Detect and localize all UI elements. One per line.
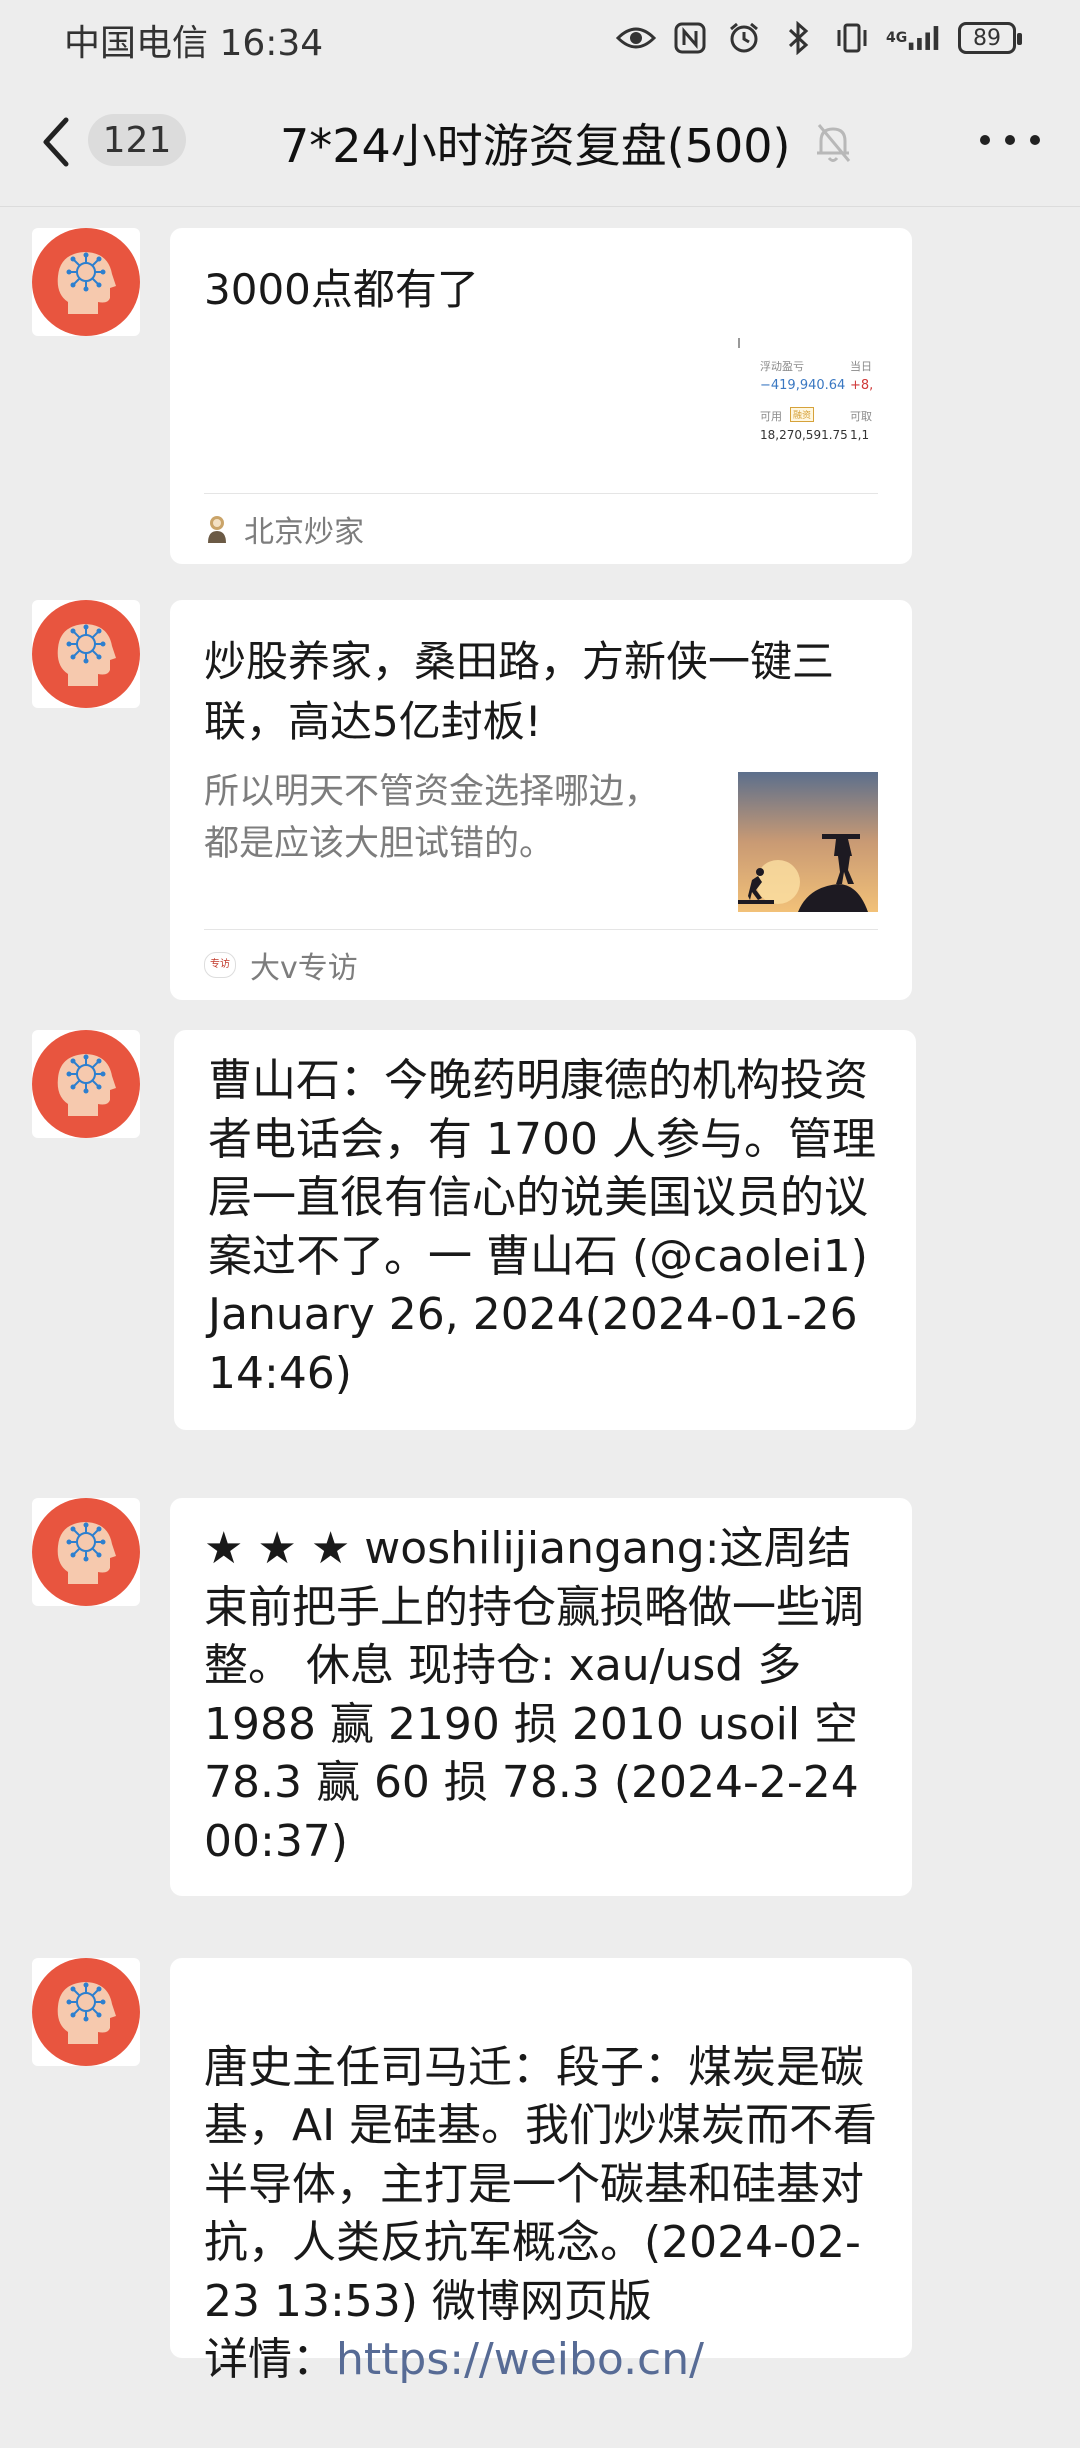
avatar[interactable] [32,600,140,708]
link-card[interactable]: 炒股养家，桑田路，方新侠一键三联，高达5亿封板! 所以明天不管资金选择哪边，都是… [170,600,912,1000]
link-card[interactable]: 3000点都有了 浮动盈亏 当日 −419,940.64 +8, 可用 融资 可… [170,228,912,564]
success-silhouette-image [738,772,878,912]
source-badge-text: 专访 [210,959,230,970]
card-title: 炒股养家，桑田路，方新侠一键三联，高达5亿封板! [204,637,835,746]
link-prefix: 详情： [204,2334,336,2385]
card-source[interactable]: 北京炒家 [204,493,878,564]
ai-head-avatar-icon [32,1498,140,1606]
avatar[interactable] [32,1030,140,1138]
text-message-bubble[interactable]: ★ ★ ★ woshilijiangang:这周结束前把手上的持仓赢损略做一些调… [170,1498,912,1896]
thumb-label-1: 浮动盈亏 [760,360,804,373]
chat-title: 7*24小时游资复盘(500) [280,119,791,173]
chat-title-group: 7*24小时游资复盘(500) [280,110,853,176]
back-chevron-icon [43,117,69,167]
card-source-name: 大v专访 [250,951,358,986]
nfc-icon [670,20,710,56]
thumb-value-4: 1,1 [850,428,870,442]
source-logo-icon [208,516,226,543]
eye-icon [616,20,656,56]
ai-head-avatar-icon [32,1958,140,2066]
message-text: 唐史主任司马迁：段子：煤炭是碳基，AI 是硅基。我们炒煤炭而不看半导体，主打是一… [204,2041,878,2327]
battery-icon: 89 [958,22,1022,54]
weibo-link[interactable]: https://weibo.cn/ [336,2334,704,2385]
avatar[interactable] [32,1498,140,1606]
vibrate-icon [832,20,872,56]
battery-level: 89 [973,25,1001,51]
avatar[interactable] [32,1958,140,2066]
status-icons: 4G 89 [616,14,1022,62]
more-button[interactable] [980,128,1040,152]
avatar[interactable] [32,228,140,336]
more-dot [1005,135,1015,145]
ai-head-avatar-icon [32,600,140,708]
more-dot [980,135,990,145]
thumb-value-3: 18,270,591.75 [760,428,848,442]
network-label: 4G [886,30,908,46]
card-title: 3000点都有了 [204,265,479,314]
mute-bell-icon [816,124,850,162]
status-bar: 中国电信 16:34 4G 89 [0,0,1080,76]
card-description: 所以明天不管资金选择哪边，都是应该大胆试错的。 [204,772,660,864]
unread-count-badge[interactable]: 121 [88,114,186,166]
chat-header: 121 7*24小时游资复盘(500) [0,76,1080,207]
text-message-bubble[interactable]: 曹山石：今晚药明康德的机构投资者电话会，有 1700 人参与。管理层一直很有信心… [174,1030,916,1430]
thumb-label-4: 可取 [850,410,872,423]
bluetooth-icon [778,20,818,56]
ai-head-avatar-icon [32,1030,140,1138]
ai-head-avatar-icon [32,228,140,336]
more-dot [1030,135,1040,145]
card-source[interactable]: 专访 大v专访 [204,929,878,1000]
text-message-bubble[interactable]: 唐史主任司马迁：段子：煤炭是碳基，AI 是硅基。我们炒煤炭而不看半导体，主打是一… [170,1958,912,2385]
carrier-time: 中国电信 16:34 [64,23,324,64]
signal-icon: 4G [886,20,944,56]
card-thumbnail [738,772,878,912]
card-thumbnail: 浮动盈亏 当日 −419,940.64 +8, 可用 融资 可取 18,270,… [738,338,880,468]
thumb-tag: 融资 [790,407,815,422]
thumb-value-1: −419,940.64 [760,378,846,393]
thumb-label-3: 可用 [760,410,782,423]
back-button[interactable] [36,112,86,172]
source-badge-icon: 专访 [204,952,236,978]
thumb-label-2: 当日 [850,360,872,373]
card-source-name: 北京炒家 [244,515,364,550]
alarm-icon [724,20,764,56]
thumb-value-2: +8, [850,378,874,393]
